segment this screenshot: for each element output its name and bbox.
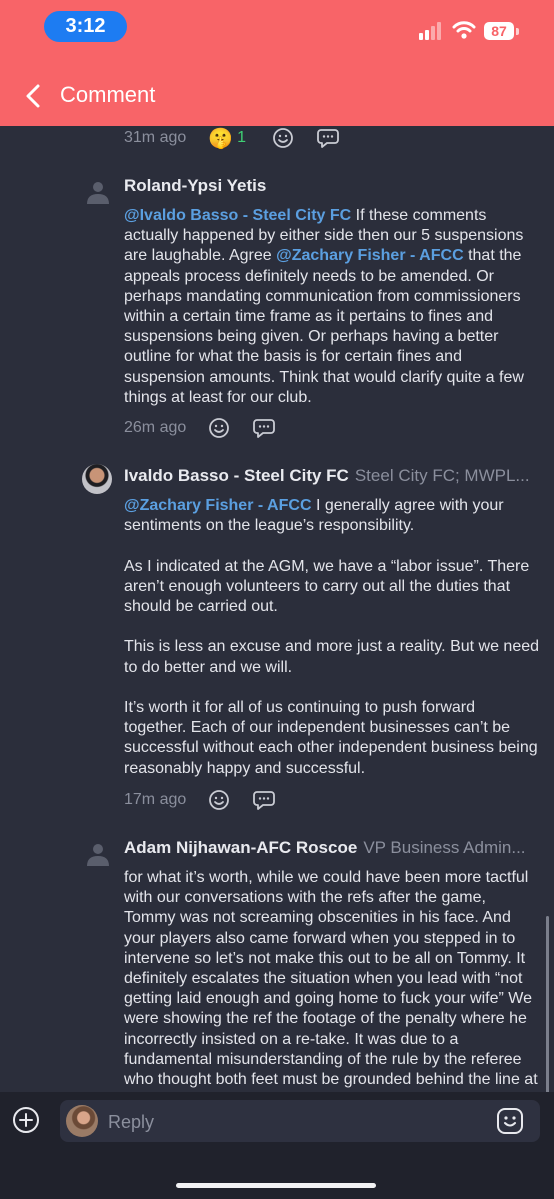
mention-link[interactable]: @Ivaldo Basso - Steel City FC	[124, 207, 351, 224]
comment-text: that the appeals process definitely need…	[124, 247, 524, 406]
comment-body: @Zachary Fisher - AFCC I generally agree…	[124, 496, 540, 779]
page-title: Comment	[60, 82, 156, 107]
add-reaction-icon[interactable]	[272, 127, 294, 149]
home-indicator[interactable]	[176, 1183, 376, 1188]
comment-time: 17m ago	[124, 791, 187, 808]
comment-author-line: Adam Nijhawan-AFC Roscoe VP Business Admi…	[124, 838, 538, 858]
comment-body: @Ivaldo Basso - Steel City FC If these c…	[124, 206, 540, 408]
current-user-avatar	[66, 1105, 98, 1137]
comment-paragraph: It’s worth it for all of us continuing t…	[124, 698, 538, 777]
smiley-icon[interactable]	[496, 1107, 524, 1135]
comment-feed[interactable]: 31m ago 🤫 1 Roland-Ypsi Yetis @Ivaldo Ba…	[0, 126, 554, 1092]
reply-bubble-icon[interactable]	[316, 127, 340, 149]
add-reaction-icon[interactable]	[208, 417, 230, 439]
wifi-icon	[452, 21, 476, 39]
reaction-count: 1	[237, 129, 247, 146]
author-role: VP Business Admin...	[363, 838, 526, 857]
comment-paragraph: As I indicated at the AGM, we have a “la…	[124, 557, 530, 615]
comment-author-line: Roland-Ypsi Yetis	[124, 176, 538, 196]
default-avatar-icon[interactable]	[84, 840, 112, 868]
comment-meta-row: 17m ago	[124, 788, 276, 812]
mention-link[interactable]: @Zachary Fisher - AFCC	[276, 247, 464, 264]
mention-link[interactable]: @Zachary Fisher - AFCC	[124, 497, 312, 514]
battery-tip	[516, 28, 519, 35]
comment-meta-row: 26m ago	[124, 416, 276, 440]
reply-composer	[0, 1092, 554, 1199]
status-time[interactable]: 3:12	[44, 11, 127, 42]
comment-time: 26m ago	[124, 419, 187, 436]
comment-paragraph: This is less an excuse and more just a r…	[124, 638, 540, 676]
reply-bubble-icon[interactable]	[252, 789, 276, 811]
default-avatar-icon[interactable]	[84, 178, 112, 206]
comment-body: for what it’s worth, while we could have…	[124, 869, 538, 1092]
reply-input[interactable]	[106, 1107, 490, 1137]
nav-bar: Comment	[0, 70, 554, 120]
comment-author[interactable]: Adam Nijhawan-AFC Roscoe	[124, 838, 357, 857]
battery-indicator: 87	[484, 22, 514, 40]
reply-box	[60, 1100, 540, 1142]
plus-circle-icon[interactable]	[11, 1105, 41, 1135]
author-role: Steel City FC; MWPL...	[354, 466, 530, 485]
comment-author-line: Ivaldo Basso - Steel City FC Steel City F…	[124, 466, 538, 486]
comment-author[interactable]: Roland-Ypsi Yetis	[124, 176, 266, 195]
app-header: 3:12 87 Comment	[0, 0, 554, 126]
user-avatar[interactable]	[82, 464, 112, 494]
add-reaction-icon[interactable]	[208, 789, 230, 811]
comment-meta-row: 31m ago 🤫 1	[124, 126, 340, 150]
shush-emoji-reaction[interactable]: 🤫	[208, 126, 233, 151]
reply-bubble-icon[interactable]	[252, 417, 276, 439]
chevron-left-icon[interactable]	[22, 82, 48, 110]
comment-time: 31m ago	[124, 129, 187, 146]
comment-author[interactable]: Ivaldo Basso - Steel City FC	[124, 466, 349, 485]
cellular-signal-icon	[419, 22, 445, 40]
scrollbar[interactable]	[546, 916, 549, 1092]
status-bar: 3:12 87	[0, 0, 554, 60]
